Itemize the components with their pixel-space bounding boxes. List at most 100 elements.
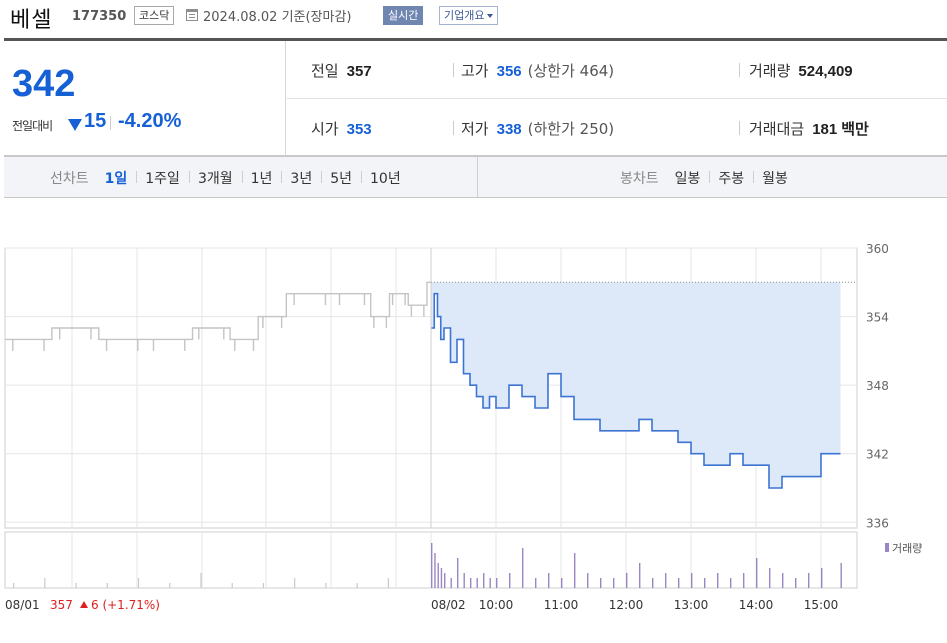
company-overview-button[interactable]: 기업개요 <box>439 6 499 25</box>
trade-amount: 거래대금 181 백만 <box>749 118 869 139</box>
volume-bar <box>431 543 433 588</box>
change-value: 15 <box>84 110 107 132</box>
volume-bar <box>476 578 478 588</box>
divider <box>739 63 740 77</box>
low-price: 저가 338 (하한가 250) <box>461 118 614 139</box>
divider <box>110 116 111 130</box>
volume-bar <box>387 578 389 588</box>
stock-header: 베셀 177350 코스닥 2024.08.02 기준(장마감) 실시간 기업개… <box>0 0 947 34</box>
down-triangle-icon <box>68 119 82 131</box>
volume-bar <box>457 558 459 588</box>
volume-bar <box>704 578 706 588</box>
volume-bar <box>548 573 550 588</box>
y-tick-label: 354 <box>866 311 889 325</box>
prev-close-value: 357 <box>346 63 372 80</box>
volume-bar <box>463 573 465 588</box>
volume-bar <box>169 583 171 588</box>
prev-close-label: 전일 <box>311 62 339 80</box>
prev-day-summary: 357 <box>50 598 73 612</box>
y-tick-label: 360 <box>866 242 889 256</box>
volume-bar <box>437 563 439 588</box>
volume-bar <box>356 583 358 588</box>
tab-5y[interactable]: 5년 <box>321 168 361 188</box>
volume-bar <box>626 573 628 588</box>
volume-bar <box>600 578 602 588</box>
low-value: 338 <box>496 121 522 138</box>
volume-bar <box>75 583 77 588</box>
volume-bar <box>717 573 719 588</box>
stats-row-2: 시가 353 저가 338 (하한가 250) 거래대금 181 백만 <box>287 99 947 157</box>
volume-bar <box>574 553 576 588</box>
chart-svg: 336 342 348 354 360 거래량 08/01 08/02 10:00 11:00 12… <box>4 242 922 612</box>
company-overview-label: 기업개요 <box>444 9 485 22</box>
tab-weekly-candle[interactable]: 주봉 <box>709 168 753 188</box>
volume-bar <box>450 578 452 588</box>
volume-bar <box>821 568 823 588</box>
volume-bar <box>639 563 641 588</box>
y-tick-label: 342 <box>866 448 889 462</box>
volume-bar <box>440 568 443 588</box>
x-tick-label: 13:00 <box>674 598 709 612</box>
tab-daily-candle[interactable]: 일봉 <box>675 168 710 188</box>
market-badge: 코스닥 <box>134 6 175 25</box>
tab-1y[interactable]: 1년 <box>241 168 282 188</box>
y-tick-label: 336 <box>866 516 889 530</box>
tab-3y[interactable]: 3년 <box>281 168 321 188</box>
open-price: 시가 353 <box>311 118 372 139</box>
prev-day-change: 6 (+1.71%) <box>91 598 160 612</box>
tab-3m[interactable]: 3개월 <box>188 168 242 188</box>
chart-tabs: 선차트 1일 1주일 3개월 1년 3년 5년 10년 봉차트 일봉 주봉 월봉 <box>4 156 947 198</box>
x-tick-label: 14:00 <box>739 598 774 612</box>
volume-label: 거래량 <box>749 62 791 80</box>
volume-bar <box>691 573 693 588</box>
open-label: 시가 <box>311 120 339 138</box>
x-tick-label: 08/02 <box>431 598 466 612</box>
high-label: 고가 <box>461 62 489 80</box>
volume-bar <box>262 583 265 588</box>
price-summary: 342 전일대비 15 -4.20% 전일 357 고가 356 (상한가 464) … <box>4 38 947 156</box>
volume-bar <box>795 578 797 588</box>
volume-bar <box>106 583 108 588</box>
base-date: 2024.08.02 기준(장마감) <box>203 10 352 25</box>
volume-bar <box>200 573 202 588</box>
divider <box>453 63 454 77</box>
volume-bar <box>13 583 15 588</box>
volume-bar <box>483 573 485 588</box>
tab-monthly-candle[interactable]: 월봉 <box>753 168 797 188</box>
volume-value: 524,409 <box>798 63 853 80</box>
x-tick-label: 15:00 <box>804 598 839 612</box>
volume-bar <box>294 578 296 588</box>
realtime-button[interactable]: 실시간 <box>383 6 424 25</box>
volume-bar <box>587 573 589 588</box>
x-tick-label: 12:00 <box>609 598 644 612</box>
divider <box>739 121 740 135</box>
volume-bar <box>231 583 233 588</box>
stock-code: 177350 <box>72 9 127 24</box>
current-price: 342 <box>12 63 76 105</box>
volume-bar <box>678 578 680 588</box>
upper-limit: (상한가 464) <box>527 62 615 80</box>
high-price: 고가 356 (상한가 464) <box>461 60 614 81</box>
y-tick-label: 348 <box>866 379 889 393</box>
up-triangle-icon <box>80 601 88 608</box>
stats-row-1: 전일 357 고가 356 (상한가 464) 거래량 524,409 <box>287 41 947 99</box>
low-label: 저가 <box>461 120 489 138</box>
volume-bar <box>743 573 745 588</box>
volume-bar <box>808 573 810 588</box>
volume-legend-swatch <box>885 543 889 552</box>
change-label: 전일대비 <box>12 119 53 133</box>
tab-10y[interactable]: 10년 <box>361 168 410 188</box>
volume-bar <box>496 578 498 588</box>
high-value: 356 <box>496 63 522 80</box>
tab-1w[interactable]: 1주일 <box>136 168 189 188</box>
volume-bar <box>769 568 771 588</box>
price-chart: 336 342 348 354 360 거래량 08/01 08/02 10:00 11:00 12… <box>0 200 947 643</box>
tab-1d[interactable]: 1일 <box>105 168 137 188</box>
x-tick-label: 10:00 <box>479 598 514 612</box>
x-tick-label: 08/01 <box>5 598 40 612</box>
line-chart-title: 선차트 <box>50 171 89 187</box>
divider <box>477 157 478 198</box>
volume: 거래량 524,409 <box>749 60 853 81</box>
volume-bar <box>561 578 563 588</box>
volume-bar <box>840 563 842 588</box>
